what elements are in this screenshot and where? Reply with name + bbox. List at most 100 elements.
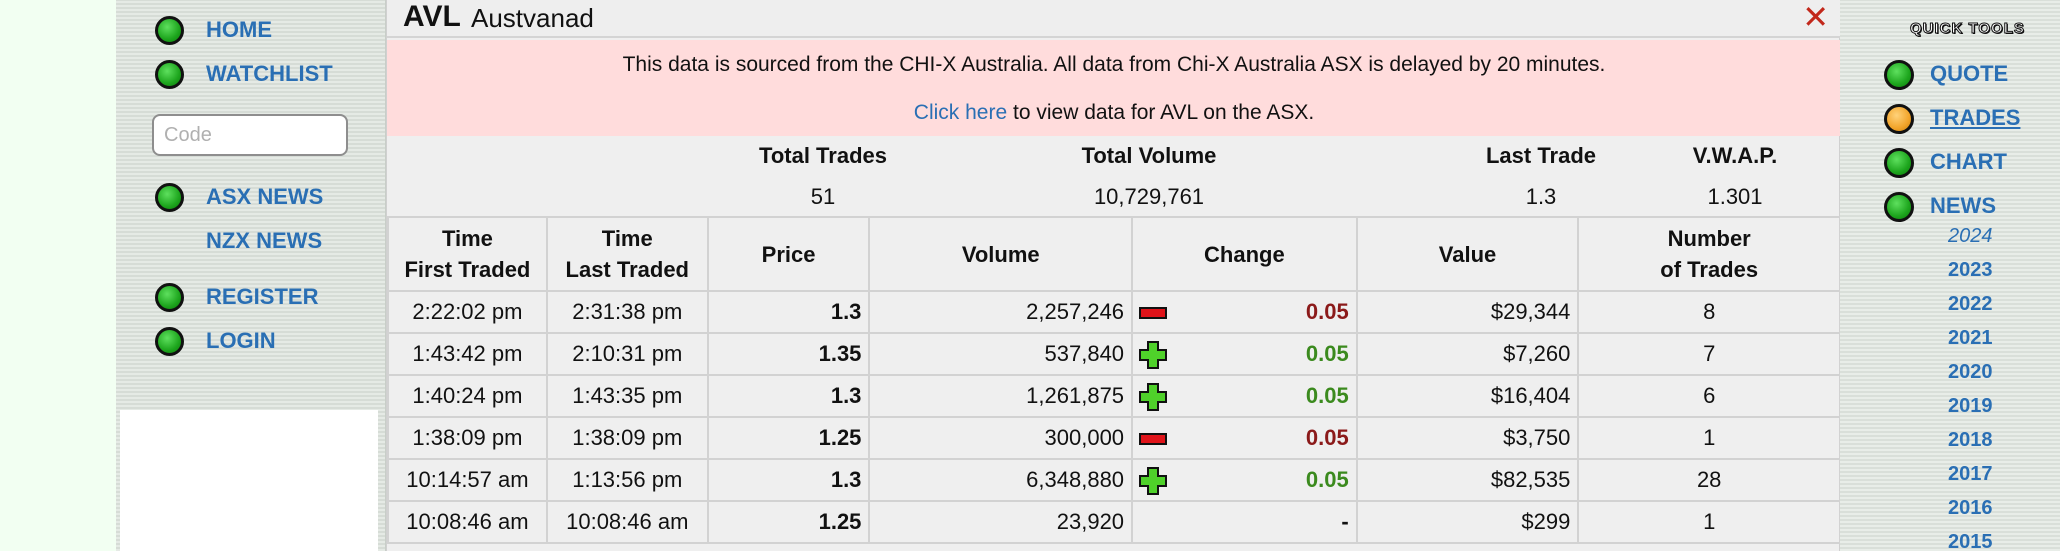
- plus-icon: [1139, 383, 1168, 411]
- notice-text: This data is sourced from the CHI-X Aust…: [622, 53, 1606, 76]
- cell-number-of-trades: 1: [1577, 500, 1841, 544]
- change-value: 0.05: [1305, 383, 1349, 408]
- cell-price: 1.25: [706, 416, 871, 460]
- cell-volume: 6,348,880: [868, 458, 1134, 502]
- cell-change: 0.05: [1131, 458, 1358, 502]
- notice-asx-line: Click here to view data for AVL on the A…: [387, 101, 1841, 125]
- table-row: 10:08:46 am 10:08:46 am 1.25 23,920- $299 1: [387, 500, 1841, 544]
- cell-last-traded: 1:38:09 pm: [545, 416, 709, 460]
- cell-first-traded: 10:08:46 am: [387, 500, 548, 544]
- table-row: 1:38:09 pm 1:38:09 pm 1.25 300,000 0.05 $3,75…: [387, 416, 1841, 460]
- news-year-2020[interactable]: 2020: [1948, 361, 1993, 384]
- trades-table: Time First Traded Time Last Traded Price V…: [387, 216, 1841, 544]
- code-input[interactable]: [152, 114, 348, 156]
- news-year-2017[interactable]: 2017: [1948, 463, 1993, 486]
- col-header-change[interactable]: Change: [1131, 216, 1358, 292]
- table-row: 1:43:42 pm 2:10:31 pm 1.35 537,840 0.05 $7,26…: [387, 332, 1841, 376]
- minus-icon: [1139, 307, 1168, 319]
- summary-header-vwap: V.W.A.P.: [1692, 143, 1778, 168]
- home-bullet-icon: [155, 15, 184, 45]
- summary-header-last-trade: Last Trade: [1485, 143, 1597, 168]
- news-year-2015[interactable]: 2015: [1948, 531, 1993, 551]
- cell-change: 0.05: [1131, 416, 1358, 460]
- trades-bullet-icon: [1884, 104, 1914, 134]
- cell-last-traded: 2:10:31 pm: [545, 332, 709, 376]
- summary-value-vwap: 1.301: [1707, 184, 1763, 209]
- cell-change: 0.05: [1131, 290, 1358, 334]
- cell-first-traded: 1:43:42 pm: [387, 332, 548, 376]
- panel-title-bar: AVL Austvanad ✕: [387, 0, 1841, 38]
- summary-header-total-volume: Total Volume: [1081, 143, 1217, 168]
- cell-change: 0.05: [1131, 374, 1358, 418]
- cell-price: 1.25: [706, 500, 871, 544]
- close-icon[interactable]: ✕: [1802, 0, 1829, 36]
- summary-value-total-volume: 10,729,761: [1093, 184, 1205, 209]
- plus-icon: [1139, 341, 1168, 369]
- cell-first-traded: 10:14:57 am: [387, 458, 548, 502]
- nav-label-home: HOME: [206, 17, 272, 42]
- cell-volume: 2,257,246: [868, 290, 1134, 334]
- cell-value: $82,535: [1355, 458, 1580, 502]
- summary-value-total-trades: 51: [810, 184, 836, 209]
- plus-icon: [1139, 467, 1168, 495]
- table-header-row: Time First Traded Time Last Traded Price V…: [387, 216, 1841, 292]
- chart-bullet-icon: [1884, 148, 1914, 178]
- news-year-2021[interactable]: 2021: [1948, 327, 1993, 350]
- nav-label-watchlist: WATCHLIST: [206, 61, 333, 86]
- cell-value: $299: [1355, 500, 1580, 544]
- nav-label-nzx-news: NZX NEWS: [206, 228, 323, 253]
- right-sidebar: QUICK TOOLS QUOTE TRADES CHART NEWS 2024…: [1840, 0, 2060, 551]
- cell-number-of-trades: 7: [1577, 332, 1841, 376]
- register-bullet-icon: [155, 282, 184, 312]
- news-year-2019[interactable]: 2019: [1948, 395, 1993, 418]
- cell-number-of-trades: 1: [1577, 416, 1841, 460]
- cell-last-traded: 2:31:38 pm: [545, 290, 709, 334]
- cell-last-traded: 1:43:35 pm: [545, 374, 709, 418]
- cell-value: $29,344: [1355, 290, 1580, 334]
- col-header-last-traded[interactable]: Time Last Traded: [545, 216, 709, 292]
- table-row: 10:14:57 am 1:13:56 pm 1.3 6,348,880 0.05 $82…: [387, 458, 1841, 502]
- cell-volume: 23,920: [868, 500, 1134, 544]
- nav-label-register: REGISTER: [206, 284, 319, 309]
- cell-change: -: [1131, 500, 1358, 544]
- col-header-first-traded[interactable]: Time First Traded: [387, 216, 548, 292]
- cell-price: 1.3: [706, 374, 871, 418]
- table-row: 1:40:24 pm 1:43:35 pm 1.3 1,261,875 0.05 $16,…: [387, 374, 1841, 418]
- cell-volume: 537,840: [868, 332, 1134, 376]
- news-year-2016[interactable]: 2016: [1948, 497, 1993, 520]
- tool-label-quote: QUOTE: [1930, 61, 2009, 86]
- cell-first-traded: 1:38:09 pm: [387, 416, 548, 460]
- cell-price: 1.3: [706, 290, 871, 334]
- summary-header-total-trades: Total Trades: [759, 143, 887, 168]
- login-bullet-icon: [155, 326, 184, 356]
- watchlist-bullet-icon: [155, 59, 184, 89]
- col-header-volume[interactable]: Volume: [868, 216, 1134, 292]
- table-row: 2:22:02 pm 2:31:38 pm 1.3 2,257,246 0.05 $29,…: [387, 290, 1841, 334]
- cell-change: 0.05: [1131, 332, 1358, 376]
- col-header-number-of-trades[interactable]: Number of Trades: [1577, 216, 1841, 292]
- news-year-2022[interactable]: 2022: [1948, 293, 1993, 316]
- col-header-value[interactable]: Value: [1355, 216, 1580, 292]
- col-header-price[interactable]: Price: [706, 216, 871, 292]
- cell-volume: 300,000: [868, 416, 1134, 460]
- tool-label-chart: CHART: [1930, 149, 2007, 174]
- cell-last-traded: 1:13:56 pm: [545, 458, 709, 502]
- delay-notice: This data is sourced from the CHI-X Aust…: [387, 40, 1841, 136]
- asx-data-link[interactable]: Click here: [914, 101, 1007, 124]
- trades-panel: AVL Austvanad ✕ This data is sourced fro…: [386, 0, 1841, 551]
- stock-symbol: AVL: [403, 0, 461, 33]
- news-year-2024[interactable]: 2024: [1948, 225, 1993, 248]
- cell-volume: 1,261,875: [868, 374, 1134, 418]
- minus-icon: [1139, 433, 1168, 445]
- tool-label-trades: TRADES: [1930, 105, 2021, 130]
- news-year-2018[interactable]: 2018: [1948, 429, 1993, 452]
- change-value: 0.05: [1305, 425, 1349, 450]
- cell-number-of-trades: 6: [1577, 374, 1841, 418]
- ad-placeholder: [120, 410, 378, 551]
- change-value: 0.05: [1305, 467, 1349, 492]
- news-year-2023[interactable]: 2023: [1948, 259, 1993, 282]
- asx-news-bullet-icon: [155, 182, 184, 212]
- change-value: 0.05: [1305, 299, 1349, 324]
- summary-value-last-trade: 1.3: [1525, 184, 1557, 209]
- left-sidebar: HOME WATCHLIST ASX NEWS NZX NEWS REGISTE…: [116, 0, 386, 551]
